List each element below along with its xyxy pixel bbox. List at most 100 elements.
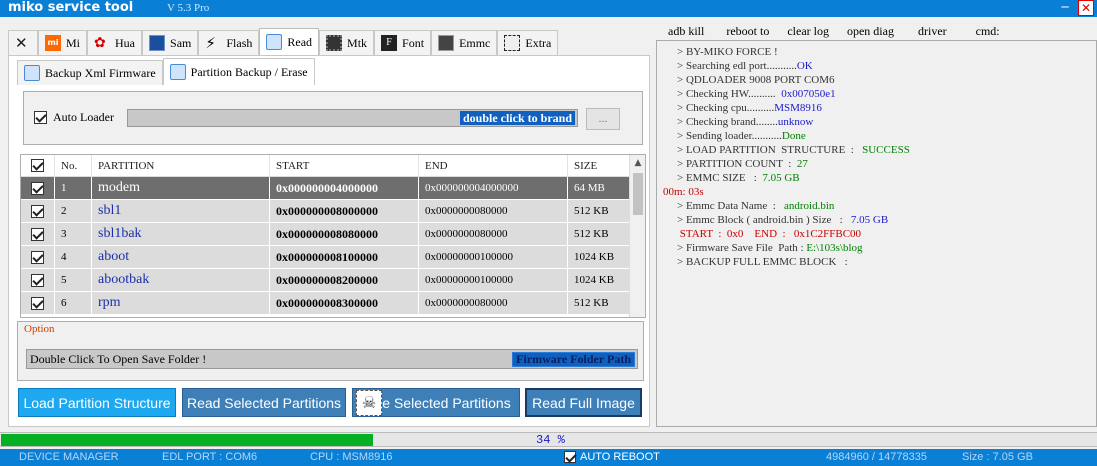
open-folder-field[interactable]: Double Click To Open Save Folder ! Firmw…	[26, 349, 638, 369]
log-line: > QDLOADER 9008 PORT COM6	[677, 73, 835, 87]
flash-icon: ⚡	[205, 34, 216, 52]
title-bar: miko service tool V 5.3 Pro ─ ✕	[0, 0, 1097, 17]
log-line: > Searching edl port...........OK	[677, 59, 813, 73]
row-checkbox[interactable]	[21, 200, 55, 222]
cmd-button[interactable]: cmd:	[976, 24, 1000, 40]
tab-extra[interactable]: Extra	[497, 30, 559, 55]
table-row[interactable]: 1 modem 0x000000004000000 0x000000004000000…	[21, 177, 631, 200]
header-start[interactable]: START	[270, 155, 419, 176]
row-end: 0x0000000080000	[419, 223, 568, 245]
close-button[interactable]: ✕	[1078, 0, 1094, 16]
clear-log-button[interactable]: clear log	[787, 24, 829, 40]
tab-partition-backup[interactable]: Partition Backup / Erase	[162, 58, 315, 85]
table-row[interactable]: 4 aboot 0x000000008100000 0x00000000100000 1…	[21, 246, 631, 269]
header-size[interactable]: SIZE	[568, 155, 631, 176]
browse-button[interactable]: ...	[586, 108, 620, 130]
checkbox-checked-icon[interactable]	[564, 451, 576, 463]
log-line: > Firmware Save File Path : E:\103s\blog	[677, 241, 863, 255]
checkbox-checked-icon[interactable]	[34, 111, 47, 124]
option-legend: Option	[24, 323, 55, 335]
row-end: 0x00000000100000	[419, 269, 568, 291]
load-partition-button[interactable]: Load Partition Structure	[18, 388, 176, 417]
chip-icon	[326, 35, 343, 51]
table-row[interactable]: 2 sbl1 0x000000008000000 0x0000000080000 512…	[21, 200, 631, 223]
adb-kill-button[interactable]: adb kill	[668, 24, 704, 40]
header-partition[interactable]: PARTITION	[92, 155, 270, 176]
log-segment: > Emmc Data Name :	[677, 200, 785, 212]
auto-loader-checkbox[interactable]: Auto Loader	[34, 110, 114, 125]
row-partition: aboot	[92, 246, 270, 268]
minimize-button[interactable]: ─	[1057, 0, 1073, 16]
tab-tools[interactable]: ✕	[8, 30, 38, 55]
scroll-thumb[interactable]	[633, 173, 643, 215]
erase-selected-button[interactable]: ☠ se Selected Partitions	[352, 388, 520, 417]
table-row[interactable]: 5 abootbak 0x000000008200000 0x000000001000…	[21, 269, 631, 292]
row-checkbox[interactable]	[21, 246, 55, 268]
status-bar: DEVICE MANAGER EDL PORT : COM6 CPU : MSM…	[0, 449, 1097, 466]
log-segment: OK	[796, 60, 813, 72]
row-checkbox[interactable]	[21, 177, 55, 199]
checkbox-checked-icon[interactable]	[31, 227, 44, 241]
brand-field[interactable]: double click to brand	[127, 109, 578, 127]
log-line: > LOAD PARTITION STRUCTURE : SUCCESS	[677, 143, 910, 157]
checkbox-checked-icon[interactable]	[31, 296, 44, 310]
table-row[interactable]: 3 sbl1bak 0x000000008080000 0x0000000080000…	[21, 223, 631, 246]
option-group: Option Double Click To Open Save Folder …	[17, 321, 644, 381]
app-window: miko service tool V 5.3 Pro ─ ✕ ✕ mi Mi ✿…	[0, 0, 1097, 466]
tab-read[interactable]: Read	[259, 28, 320, 55]
checkbox-checked-icon[interactable]	[31, 159, 44, 172]
device-manager-link[interactable]: DEVICE MANAGER	[19, 451, 119, 463]
scroll-up-icon[interactable]: ▲	[630, 155, 645, 171]
log-line: > Checking cpu..........MSM8916	[677, 101, 822, 115]
header-end[interactable]: END	[419, 155, 568, 176]
driver-button[interactable]: driver	[918, 24, 947, 40]
log-line: > PARTITION COUNT : 27	[677, 157, 808, 171]
row-no: 3	[55, 223, 92, 245]
row-checkbox[interactable]	[21, 292, 55, 314]
header-no[interactable]: No.	[55, 155, 92, 176]
table-row[interactable]: 6 rpm 0x000000008300000 0x0000000080000 512 …	[21, 292, 631, 315]
row-start: 0x000000008000000	[270, 200, 419, 222]
checkbox-checked-icon[interactable]	[31, 273, 44, 287]
row-size: 1024 KB	[568, 246, 631, 268]
grid-scrollbar[interactable]: ▲	[629, 155, 645, 317]
tab-hua[interactable]: ✿ Hua	[87, 30, 143, 55]
header-select-all[interactable]	[21, 155, 55, 176]
open-diag-button[interactable]: open diag	[847, 24, 894, 40]
tab-sam[interactable]: Sam	[142, 30, 199, 55]
tab-flash[interactable]: ⚡ Flash	[198, 30, 260, 55]
read-full-image-button[interactable]: Read Full Image	[525, 388, 642, 417]
log-segment: android.bin	[784, 200, 835, 212]
row-size: 512 KB	[568, 292, 631, 314]
row-start: 0x000000008100000	[270, 246, 419, 268]
reboot-to-button[interactable]: reboot to	[726, 24, 769, 40]
log-line: > Checking HW.......... 0x007050e1	[677, 87, 836, 101]
log-output[interactable]: > BY-MIKO FORCE ! > Searching edl port...…	[656, 40, 1097, 427]
emmc-icon	[438, 35, 455, 51]
tab-emmc[interactable]: Emmc	[431, 30, 498, 55]
tab-label: Hua	[115, 35, 136, 50]
row-checkbox[interactable]	[21, 269, 55, 291]
row-no: 6	[55, 292, 92, 314]
read-icon	[266, 34, 283, 50]
log-segment: > BACKUP FULL EMMC BLOCK :	[677, 256, 848, 268]
app-version: V 5.3 Pro	[167, 2, 210, 14]
auto-reboot-label: AUTO REBOOT	[580, 451, 660, 463]
edl-port-status: EDL PORT : COM6	[162, 451, 258, 463]
row-end: 0x0000000080000	[419, 292, 568, 314]
checkbox-checked-icon[interactable]	[31, 250, 44, 264]
tab-mtk[interactable]: Mtk	[319, 30, 375, 55]
read-selected-button[interactable]: Read Selected Partitions	[182, 388, 346, 417]
row-partition: abootbak	[92, 269, 270, 291]
auto-reboot-checkbox[interactable]: AUTO REBOOT	[564, 451, 660, 463]
row-checkbox[interactable]	[21, 223, 55, 245]
checkbox-checked-icon[interactable]	[31, 181, 44, 195]
tab-backup-xml[interactable]: Backup Xml Firmware	[17, 60, 163, 85]
tab-mi[interactable]: mi Mi	[38, 30, 88, 55]
log-segment: 7.05 GB	[762, 172, 800, 184]
log-segment: > Checking cpu..........	[677, 102, 775, 114]
checkbox-checked-icon[interactable]	[31, 204, 44, 218]
tab-font[interactable]: F Font	[374, 30, 432, 55]
row-partition: sbl1bak	[92, 223, 270, 245]
row-no: 2	[55, 200, 92, 222]
